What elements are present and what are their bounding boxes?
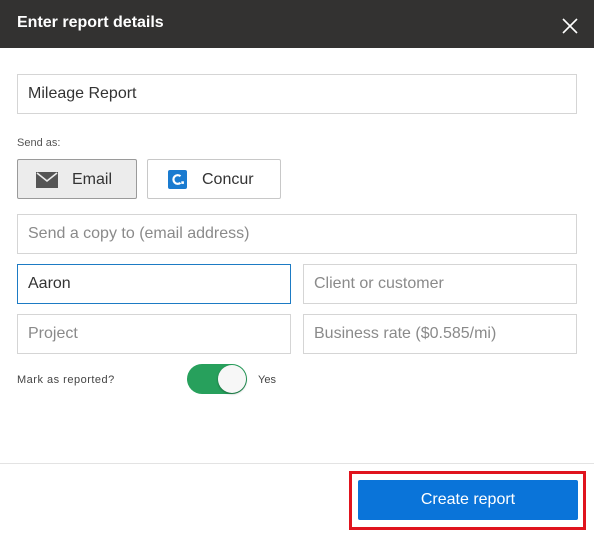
send-email-label: Email bbox=[72, 171, 113, 188]
mark-reported-label: Mark as reported? bbox=[17, 374, 115, 386]
client-input[interactable] bbox=[303, 264, 577, 304]
business-rate-input[interactable] bbox=[303, 314, 577, 354]
copy-email-input[interactable] bbox=[17, 214, 577, 254]
toggle-knob bbox=[218, 365, 246, 393]
send-as-label: Send as: bbox=[17, 137, 61, 149]
send-email-button[interactable]: Email bbox=[17, 159, 137, 199]
toggle-value-label: Yes bbox=[258, 374, 276, 386]
mark-reported-toggle[interactable] bbox=[187, 364, 247, 394]
report-name-input[interactable] bbox=[17, 74, 577, 114]
create-report-button[interactable]: Create report bbox=[358, 480, 578, 520]
project-input[interactable] bbox=[17, 314, 291, 354]
concur-logo-icon bbox=[168, 170, 187, 194]
dialog-header: Enter report details bbox=[0, 0, 594, 48]
send-concur-button[interactable]: Concur bbox=[147, 159, 281, 199]
dialog-title: Enter report details bbox=[17, 14, 164, 31]
driver-name-input[interactable] bbox=[17, 264, 291, 304]
send-concur-label: Concur bbox=[202, 171, 254, 188]
close-icon[interactable] bbox=[558, 14, 582, 38]
email-icon bbox=[36, 172, 58, 193]
footer-divider bbox=[0, 463, 594, 464]
